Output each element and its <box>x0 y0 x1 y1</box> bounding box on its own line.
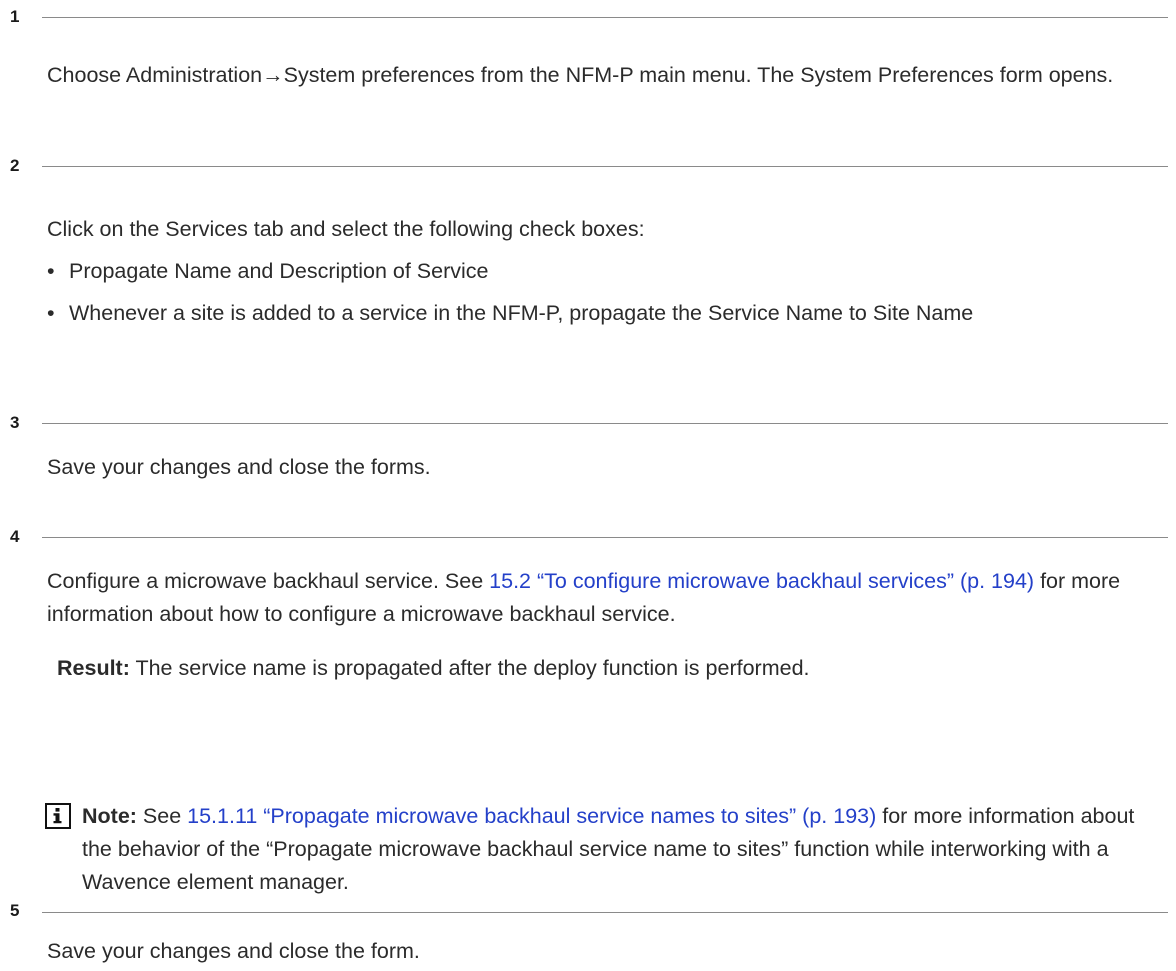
step-number: 3 <box>10 413 20 432</box>
bullet-icon: • <box>47 301 55 325</box>
list-item-text: Whenever a site is added to a service in… <box>69 301 974 325</box>
step-divider <box>42 17 1168 18</box>
list-item-text: Propagate Name and Description of Servic… <box>69 259 489 283</box>
step-number: 5 <box>10 901 20 920</box>
step-text: Save your changes and close the form. <box>47 939 420 963</box>
result-label: Result: <box>57 656 130 680</box>
step-number: 2 <box>10 156 20 175</box>
result-text: The service name is propagated after the… <box>129 656 810 680</box>
cross-reference-link[interactable]: 15.2 “To configure microwave backhaul se… <box>489 569 1034 593</box>
step-text: Choose Administration→System preferences… <box>47 63 1114 87</box>
step-number: 1 <box>10 7 20 26</box>
step-divider <box>42 912 1168 913</box>
bullet-icon: • <box>47 259 55 283</box>
list-item: • Propagate Name and Description of Serv… <box>47 255 1136 288</box>
list-item: • Whenever a site is added to a service … <box>47 297 1136 330</box>
cross-reference-link[interactable]: 15.1.11 “Propagate microwave backhaul se… <box>187 804 876 828</box>
note-text-part: See <box>136 804 188 828</box>
step-text: Configure a microwave backhaul service. … <box>47 565 1166 631</box>
step-text-part: Configure a microwave backhaul service. … <box>47 569 490 593</box>
step-result: Result: The service name is propagated a… <box>57 652 1166 685</box>
note-label: Note: <box>82 804 137 828</box>
step-number: 4 <box>10 527 20 546</box>
note-text: Note: See 15.1.11 “Propagate microwave b… <box>82 800 1162 899</box>
step-divider <box>42 423 1168 424</box>
step-text: Save your changes and close the forms. <box>47 455 431 479</box>
step-divider <box>42 537 1168 538</box>
info-icon <box>45 803 71 829</box>
step-text: Click on the Services tab and select the… <box>47 217 645 241</box>
step-divider <box>42 166 1168 167</box>
